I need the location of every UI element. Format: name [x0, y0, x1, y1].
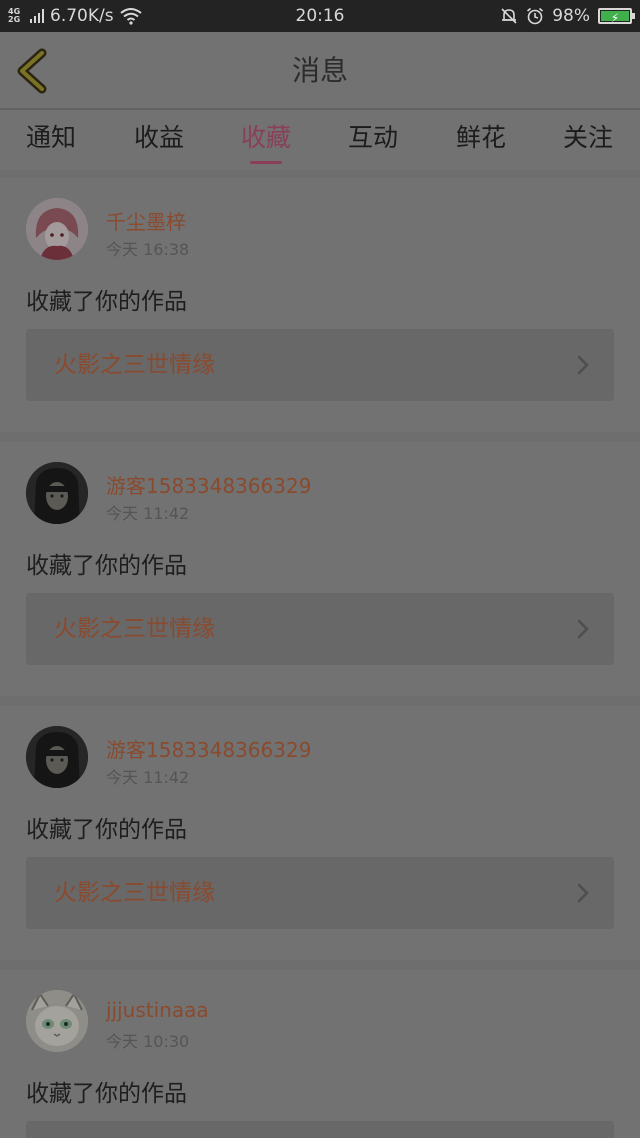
- chevron-right-icon: [577, 355, 589, 375]
- username[interactable]: 游客1583348366329: [106, 734, 311, 763]
- action-text: 收藏了你的作品: [26, 553, 187, 579]
- action-text: 收藏了你的作品: [26, 817, 187, 843]
- tab-follow[interactable]: 关注: [543, 110, 633, 170]
- battery-icon: ⚡: [598, 8, 635, 25]
- tab-favorites[interactable]: 收藏: [221, 110, 311, 170]
- action-text: 收藏了你的作品: [26, 1081, 187, 1107]
- list-item: 游客1583348366329 今天 11:42 收藏了你的作品 火影之三世情缘: [0, 706, 640, 960]
- work-link[interactable]: [26, 1121, 614, 1138]
- tab-notification[interactable]: 通知: [6, 110, 96, 170]
- timestamp: 今天 10:30: [106, 1032, 190, 1051]
- work-title: 火影之三世情缘: [54, 616, 215, 642]
- work-title: 火影之三世情缘: [54, 880, 215, 906]
- avatar[interactable]: [26, 198, 88, 260]
- avatar[interactable]: [26, 726, 88, 788]
- status-bar: 4G 2G 6.70K/s 20:16 98% ⚡: [0, 0, 640, 32]
- username[interactable]: jjjustinaaa: [106, 998, 209, 1022]
- timestamp: 今天 16:38: [106, 240, 190, 259]
- action-text: 收藏了你的作品: [26, 289, 187, 315]
- chevron-right-icon: [577, 619, 589, 639]
- mute-bell-icon: [501, 8, 517, 24]
- work-link[interactable]: 火影之三世情缘: [26, 329, 614, 401]
- avatar-image-icon: [26, 198, 88, 260]
- app-header: 消息: [0, 32, 640, 110]
- avatar-image-icon: [26, 462, 88, 524]
- avatar-image-icon: [26, 990, 88, 1052]
- page-title: 消息: [291, 54, 348, 87]
- work-link[interactable]: 火影之三世情缘: [26, 593, 614, 665]
- username[interactable]: 千尘墨梓: [106, 206, 186, 235]
- active-tab-indicator: [250, 161, 282, 164]
- avatar-image-icon: [26, 726, 88, 788]
- avatar[interactable]: [26, 462, 88, 524]
- alarm-icon: [527, 7, 544, 25]
- tab-interaction[interactable]: 互动: [328, 110, 418, 170]
- battery-percent: 98%: [552, 6, 590, 26]
- chevron-right-icon: [577, 883, 589, 903]
- tab-earnings[interactable]: 收益: [114, 110, 204, 170]
- username[interactable]: 游客1583348366329: [106, 470, 311, 499]
- timestamp: 今天 11:42: [106, 768, 190, 787]
- tab-bar: 通知 收益 收藏 互动 鲜花 关注: [0, 110, 640, 170]
- avatar[interactable]: [26, 990, 88, 1052]
- list-item: 游客1583348366329 今天 11:42 收藏了你的作品 火影之三世情缘: [0, 442, 640, 696]
- timestamp: 今天 11:42: [106, 504, 190, 523]
- work-link[interactable]: 火影之三世情缘: [26, 857, 614, 929]
- tab-favorites-label: 收藏: [240, 123, 291, 152]
- tab-flowers[interactable]: 鲜花: [436, 110, 526, 170]
- list-item: 千尘墨梓 今天 16:38 收藏了你的作品 火影之三世情缘: [0, 178, 640, 432]
- work-title: 火影之三世情缘: [54, 352, 215, 378]
- list-item: jjjustinaaa 今天 10:30 收藏了你的作品: [0, 970, 640, 1138]
